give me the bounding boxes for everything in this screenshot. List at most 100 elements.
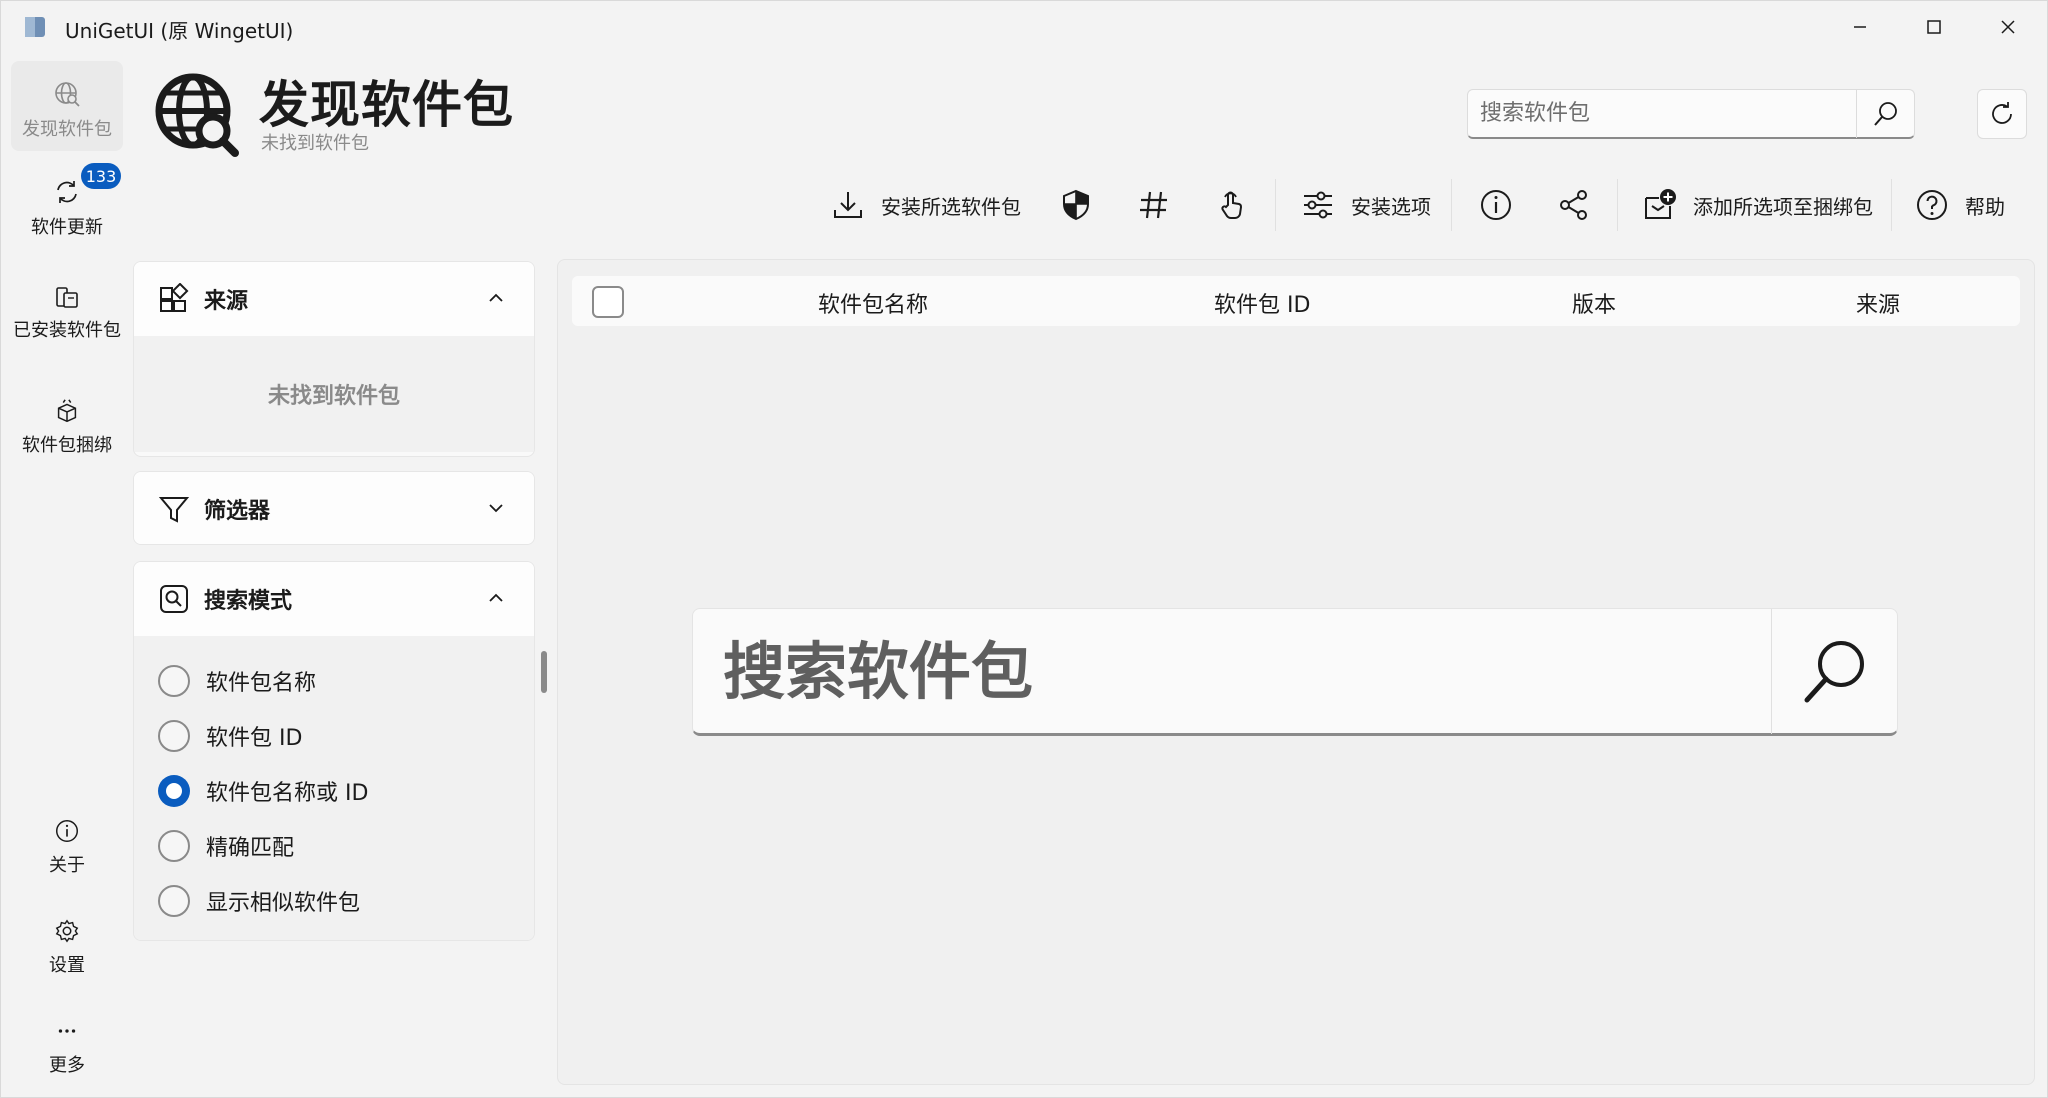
search-mode-option-label: 显示相似软件包 — [206, 890, 361, 916]
search-mode-option-name[interactable]: 软件包名称 — [134, 653, 534, 708]
main-search-input[interactable] — [723, 631, 1763, 711]
app-window: UniGetUI (原 WingetUI) 发现软件包 软件更新 133 已安装… — [0, 0, 2048, 1098]
filter-icon — [158, 497, 190, 523]
nav-more-label: 更多 — [49, 1055, 85, 1076]
select-all-checkbox[interactable] — [592, 286, 624, 318]
installed-icon — [56, 287, 78, 308]
column-header-version[interactable]: 版本 — [1572, 287, 1616, 319]
gear-icon — [55, 919, 79, 943]
maximize-icon — [1927, 20, 1941, 34]
search-mode-title: 搜索模式 — [204, 589, 293, 614]
filters-panel-header[interactable]: 筛选器 — [134, 472, 534, 544]
sources-panel-header[interactable]: 来源 — [134, 262, 534, 336]
search-mode-option-label: 软件包名称 — [206, 670, 317, 696]
more-icon — [58, 1029, 76, 1033]
column-header-id[interactable]: 软件包 ID — [1214, 287, 1310, 319]
help-label: 帮助 — [1965, 194, 2005, 219]
nav-settings[interactable]: 设置 — [11, 917, 123, 977]
updates-count-badge: 133 — [81, 163, 121, 189]
nav-bundles-label: 软件包捆绑 — [22, 435, 112, 456]
nav-more[interactable]: 更多 — [11, 1017, 123, 1077]
hash-icon — [1140, 191, 1167, 219]
info-icon — [55, 819, 79, 843]
nav-discover-label: 发现软件包 — [22, 119, 112, 140]
chevron-up-icon — [489, 293, 503, 302]
hash-check-button[interactable] — [1137, 181, 1171, 229]
top-search-button[interactable] — [1856, 90, 1914, 138]
sources-title: 来源 — [204, 289, 249, 314]
share-button[interactable] — [1557, 181, 1591, 229]
nav-updates-label: 软件更新 — [31, 217, 103, 238]
help-icon — [1917, 190, 1947, 220]
nav-installed-label: 已安装软件包 — [13, 320, 121, 341]
shield-icon — [1063, 189, 1089, 221]
sidebar-scrollbar[interactable] — [541, 651, 547, 693]
search-mode-option-label: 软件包名称或 ID — [206, 780, 369, 806]
globe-search-icon — [55, 82, 80, 107]
radio-button[interactable] — [158, 664, 190, 697]
search-mode-panel-header[interactable]: 搜索模式 — [134, 562, 534, 636]
radio-button[interactable] — [158, 829, 190, 862]
window-title: UniGetUI (原 WingetUI) — [65, 19, 294, 43]
search-mode-option-id[interactable]: 软件包 ID — [134, 708, 534, 763]
install-options-label: 安装选项 — [1351, 194, 1431, 219]
toolbar-separator — [1891, 179, 1892, 231]
nav-updates[interactable]: 软件更新 — [11, 177, 123, 257]
search-mode-option-similar[interactable]: 显示相似软件包 — [134, 873, 534, 928]
add-to-bundle-label: 添加所选项至捆绑包 — [1693, 194, 1873, 219]
install-selected-label: 安装所选软件包 — [881, 194, 1021, 219]
app-logo-icon — [25, 17, 45, 37]
nav-installed[interactable]: 已安装软件包 — [11, 283, 123, 367]
minimize-button[interactable] — [1823, 1, 1897, 53]
info-icon — [1481, 190, 1511, 220]
install-selected-button[interactable]: 安装所选软件包 — [831, 181, 1021, 229]
nav-bundles[interactable]: 软件包捆绑 — [11, 397, 123, 457]
radio-button[interactable] — [158, 884, 190, 917]
radio-button[interactable] — [158, 719, 190, 752]
interactive-install-button[interactable] — [1215, 181, 1249, 229]
filters-panel: 筛选器 — [133, 471, 535, 545]
refresh-icon — [1992, 102, 2012, 124]
page-subtitle: 未找到软件包 — [261, 133, 369, 154]
table-header: 软件包名称 软件包 ID 版本 来源 — [572, 276, 2020, 326]
sources-icon — [160, 283, 189, 312]
search-mode-icon — [160, 585, 188, 613]
share-icon — [1560, 190, 1587, 220]
search-mode-option-label: 精确匹配 — [206, 835, 295, 861]
package-details-button[interactable] — [1479, 181, 1513, 229]
search-icon — [1804, 640, 1864, 702]
search-mode-option-name-or-id[interactable]: 软件包名称或 ID — [134, 763, 534, 818]
close-icon — [2001, 20, 2015, 34]
search-mode-panel: 搜索模式 软件包名称 软件包 ID 软件包名称或 ID 精确匹配 显示相似软件包 — [133, 561, 535, 941]
chevron-down-icon — [489, 504, 503, 513]
nav-about[interactable]: 关于 — [11, 817, 123, 877]
main-search-button[interactable] — [1771, 609, 1897, 734]
nav-discover[interactable]: 发现软件包 — [11, 61, 123, 151]
toolbar-separator — [1617, 179, 1618, 231]
top-search-input[interactable] — [1468, 90, 1848, 137]
nav-settings-label: 设置 — [49, 955, 85, 976]
refresh-icon — [57, 181, 77, 203]
nav-about-label: 关于 — [49, 855, 85, 876]
add-to-bundle-button[interactable]: 添加所选项至捆绑包 — [1643, 181, 1873, 229]
column-header-name[interactable]: 软件包名称 — [818, 287, 928, 319]
globe-search-icon — [155, 73, 239, 157]
close-button[interactable] — [1971, 1, 2045, 53]
sources-empty-text: 未找到软件包 — [134, 336, 534, 452]
search-mode-option-exact[interactable]: 精确匹配 — [134, 818, 534, 873]
filters-title: 筛选器 — [204, 499, 271, 524]
toolbar-separator — [1451, 179, 1452, 231]
reload-button[interactable] — [1977, 89, 2027, 139]
sources-panel: 来源 未找到软件包 — [133, 261, 535, 457]
maximize-button[interactable] — [1897, 1, 1971, 53]
download-icon — [834, 192, 862, 218]
column-header-source[interactable]: 来源 — [1856, 287, 1900, 319]
title-bar: UniGetUI (原 WingetUI) — [1, 1, 2048, 55]
toolbar-separator — [1275, 179, 1276, 231]
page-title: 发现软件包 — [259, 76, 514, 134]
chevron-up-icon — [489, 593, 503, 602]
install-options-button[interactable]: 安装选项 — [1301, 181, 1431, 229]
radio-button-selected[interactable] — [158, 774, 190, 807]
help-button[interactable]: 帮助 — [1915, 181, 2005, 229]
admin-install-button[interactable] — [1059, 181, 1093, 229]
